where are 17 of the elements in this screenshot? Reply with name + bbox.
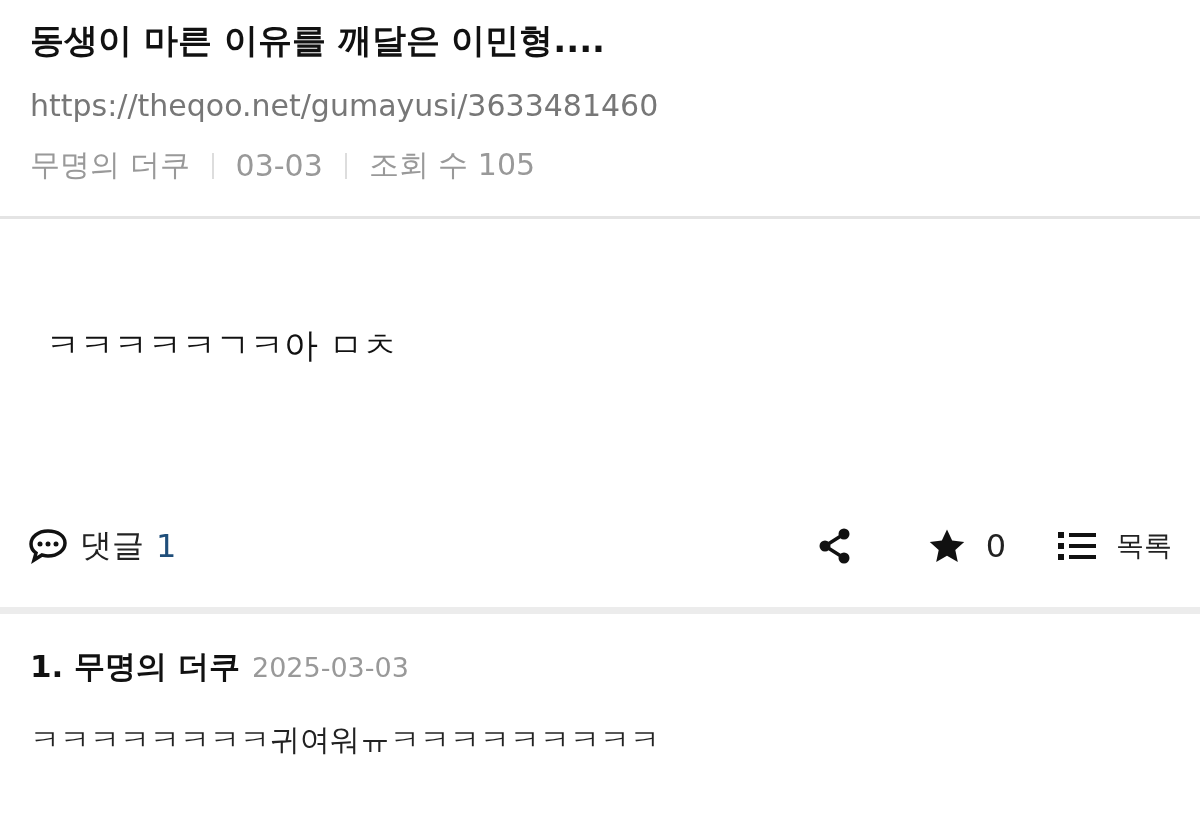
list-label[interactable]: 목록 — [1116, 527, 1172, 565]
share-icon[interactable] — [817, 528, 852, 564]
comment-label[interactable]: 댓글 — [80, 524, 144, 568]
comment-text: ㅋㅋㅋㅋㅋㅋㅋㅋ귀여워ㅠㅋㅋㅋㅋㅋㅋㅋㅋㅋ — [30, 721, 661, 759]
star-icon[interactable] — [927, 528, 966, 564]
post-meta: 03-03 — [235, 148, 323, 183]
post-meta: 조회 수 105 — [368, 146, 536, 184]
post-title: 동생이 마른 이유를 깨달은 이민형.... — [30, 19, 606, 62]
post-body: ㅋㅋㅋㅋㅋㄱㅋ아 ㅁㅊ — [46, 325, 397, 365]
comment-count: 1 — [156, 527, 177, 565]
comment-date: 2025-03-03 — [251, 652, 409, 683]
speech-bubble-icon[interactable] — [28, 528, 68, 564]
star-count: 0 — [985, 527, 1006, 565]
list-icon[interactable] — [1058, 531, 1096, 561]
post-meta: 무명의 더쿠 — [30, 146, 190, 184]
comment-author: 1. 무명의 더쿠 — [30, 647, 240, 686]
post-url[interactable]: https://theqoo.net/gumayusi/3633481460 — [30, 88, 1170, 123]
